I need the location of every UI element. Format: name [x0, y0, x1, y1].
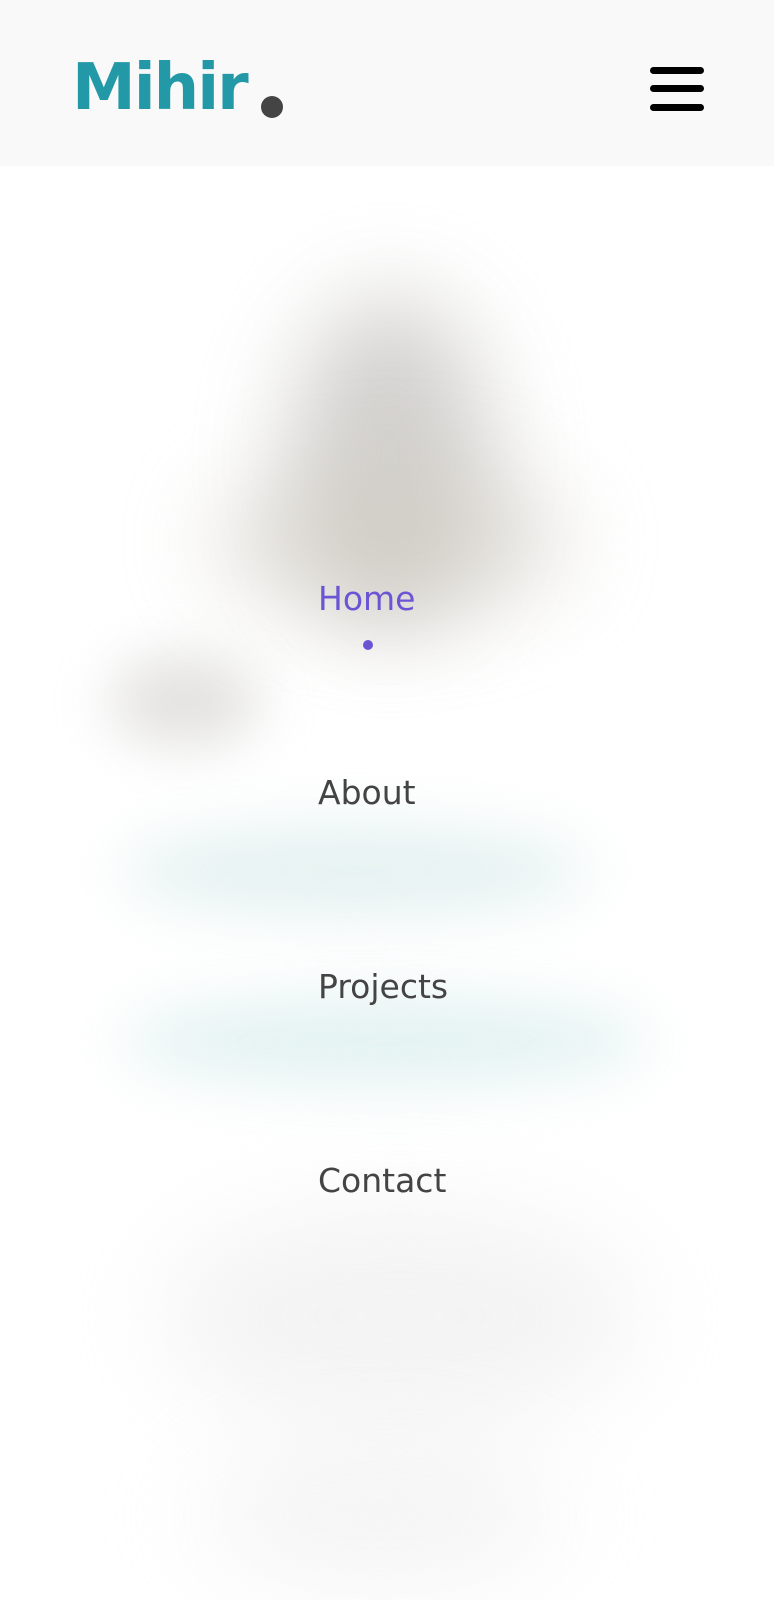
active-indicator-dot	[363, 640, 373, 650]
menu-bar	[650, 67, 704, 74]
menu-bar	[650, 104, 704, 111]
blurred-background	[0, 166, 774, 1600]
logo-dot	[260, 96, 283, 118]
background-blob	[160, 1206, 640, 1426]
menu-bar	[650, 85, 704, 92]
nav-item-about[interactable]: About	[318, 773, 416, 813]
hamburger-menu-icon[interactable]	[650, 64, 704, 116]
logo-text: Mihir	[72, 51, 249, 125]
background-blob	[120, 826, 590, 916]
site-header: Mihir	[0, 0, 774, 166]
background-blob	[120, 996, 650, 1086]
logo-link[interactable]: Mihir	[72, 52, 283, 124]
background-blob	[200, 1446, 560, 1586]
nav-item-home[interactable]: Home	[318, 579, 415, 619]
background-blob	[110, 656, 260, 746]
nav-item-contact[interactable]: Contact	[318, 1161, 446, 1201]
nav-item-projects[interactable]: Projects	[318, 967, 448, 1007]
